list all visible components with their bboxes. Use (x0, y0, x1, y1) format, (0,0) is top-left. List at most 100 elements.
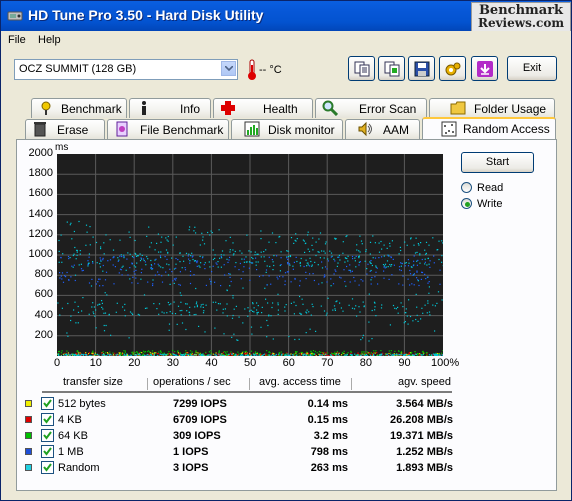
data-point-random (416, 306, 418, 308)
data-point-random (408, 355, 410, 356)
data-point-random (82, 353, 84, 356)
data-point-random (369, 253, 371, 255)
data-point-random (307, 264, 309, 266)
data-point-64-kb (205, 351, 207, 353)
data-point-random (72, 266, 74, 268)
start-button[interactable]: Start (461, 152, 534, 173)
data-point-64-kb (373, 350, 375, 352)
tab-info[interactable]: Info (129, 98, 211, 118)
data-point-64-kb (149, 351, 151, 353)
radio-write[interactable]: Write (461, 198, 541, 212)
tab-erase-label: Erase (57, 123, 89, 137)
data-point-random (102, 308, 104, 310)
data-point-random (414, 252, 417, 254)
data-point-random (442, 242, 443, 244)
x-tick-label: 90 (398, 357, 411, 369)
data-point-random (223, 254, 225, 256)
radio-write-circle[interactable] (461, 198, 472, 209)
checkbox-512-bytes[interactable] (41, 397, 54, 410)
checkbox-64-kb[interactable] (41, 429, 54, 442)
data-point-random (369, 261, 371, 263)
data-point-random (339, 302, 341, 304)
data-point-random (234, 354, 236, 356)
data-point-random (293, 313, 295, 315)
menu-file[interactable]: File (8, 34, 26, 46)
data-point-random (207, 231, 209, 234)
title-bar[interactable]: HD Tune Pro 3.50 - Hard Disk Utility Ben… (1, 1, 571, 32)
data-point-64-kb (279, 353, 281, 355)
data-point-random (318, 238, 320, 240)
data-point-64-kb (237, 351, 239, 353)
menu-help[interactable]: Help (38, 34, 61, 46)
options-button[interactable] (439, 56, 466, 81)
data-point-1mb (102, 259, 104, 261)
radio-read-circle[interactable] (461, 182, 472, 193)
data-point-4-kb (386, 355, 388, 356)
data-point-random (161, 236, 163, 238)
data-point-1mb (266, 284, 268, 286)
data-point-random (99, 266, 101, 268)
tab-health[interactable]: Health (213, 98, 313, 118)
tab-random-access[interactable]: Random Access (422, 117, 556, 139)
data-point-random (300, 257, 302, 260)
x-tick-label: 10 (89, 357, 102, 369)
data-point-1mb (239, 262, 241, 265)
data-point-random (256, 312, 258, 314)
data-point-random (374, 302, 376, 304)
exit-button[interactable]: Exit (507, 56, 557, 81)
data-point-1mb (330, 278, 332, 280)
download-button[interactable] (471, 56, 498, 81)
data-point-random (135, 255, 138, 257)
tab-aam[interactable]: AAM (345, 119, 420, 139)
data-point-1mb (424, 261, 426, 263)
copy-text-button[interactable] (348, 56, 375, 81)
data-point-1mb (277, 278, 279, 280)
data-point-1mb (161, 275, 163, 277)
data-point-4-kb (136, 355, 138, 356)
data-point-random (361, 243, 363, 245)
data-point-random (158, 265, 160, 267)
data-point-random (76, 355, 78, 356)
data-point-random (358, 250, 360, 252)
checkbox-4-kb[interactable] (41, 413, 54, 426)
data-point-random (269, 265, 271, 268)
data-point-random (293, 301, 295, 303)
data-point-random (193, 354, 195, 356)
data-point-1mb (228, 259, 230, 261)
data-point-1mb (131, 282, 133, 284)
data-point-1mb (134, 273, 136, 275)
data-point-random (225, 240, 227, 242)
chevron-down-icon[interactable] (221, 61, 236, 76)
data-point-random (82, 355, 85, 356)
data-point-1mb (288, 263, 291, 265)
data-point-random (408, 299, 410, 301)
data-point-1mb (224, 274, 226, 276)
data-point-1mb (353, 276, 355, 279)
tab-erase[interactable]: Erase (25, 119, 105, 139)
y-tick-label: 1400 (28, 207, 53, 220)
data-point-random (290, 302, 292, 304)
data-point-64-kb (238, 353, 240, 355)
data-point-random (77, 322, 79, 324)
data-point-random (299, 295, 301, 298)
data-point-random (390, 265, 392, 267)
data-point-random (194, 226, 196, 228)
data-point-64-kb (120, 352, 122, 354)
drive-select[interactable]: OCZ SUMMIT (128 GB) (14, 59, 238, 80)
radio-read-label: Read (477, 182, 504, 194)
tab-file-benchmark[interactable]: File Benchmark (107, 119, 229, 139)
tab-benchmark[interactable]: Benchmark (31, 98, 127, 118)
data-point-random (428, 311, 431, 313)
access-value: 3.2 ms (313, 430, 348, 442)
data-point-64-kb (254, 351, 257, 353)
checkbox-random[interactable] (41, 461, 54, 474)
radio-read[interactable]: Read (461, 182, 541, 196)
copy-screenshot-button[interactable] (378, 56, 405, 81)
data-point-random (265, 298, 267, 300)
tab-folder-usage[interactable]: Folder Usage (429, 98, 555, 118)
tab-disk-monitor[interactable]: Disk monitor (231, 119, 343, 139)
tab-error-scan[interactable]: Error Scan (315, 98, 427, 118)
checkbox-1-mb[interactable] (41, 445, 54, 458)
data-point-4-kb (307, 352, 310, 354)
save-button[interactable] (408, 56, 435, 81)
